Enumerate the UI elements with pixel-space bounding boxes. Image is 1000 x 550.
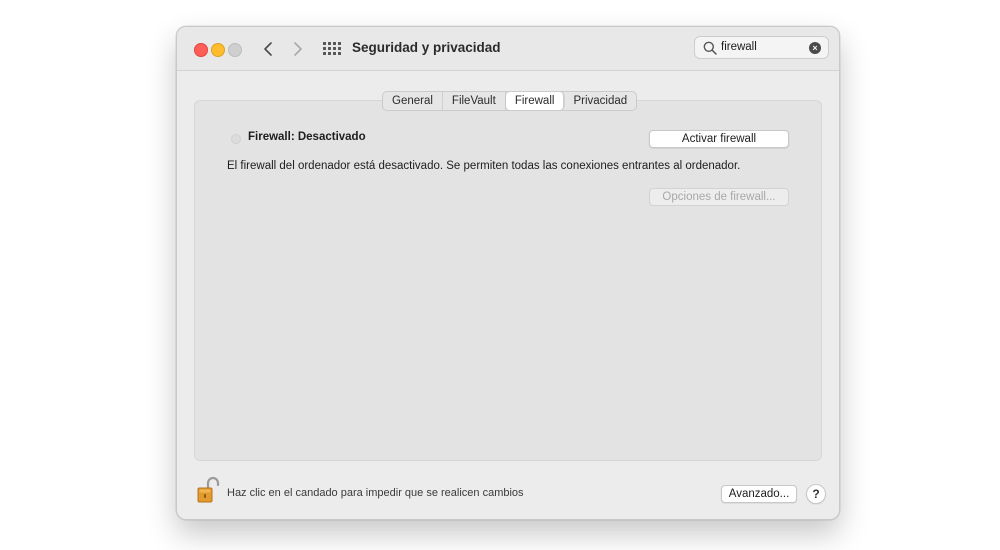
lock-hint-text: Haz clic en el candado para impedir que … (227, 487, 524, 499)
firewall-description: El firewall del ordenador está desactiva… (227, 160, 741, 172)
status-indicator (231, 134, 241, 144)
help-button[interactable]: ? (806, 484, 826, 504)
tab-bar: General FileVault Firewall Privacidad (382, 91, 638, 111)
zoom-button[interactable] (228, 43, 242, 57)
firewall-status-label: Firewall: Desactivado (248, 131, 366, 143)
chevron-right-icon (294, 42, 302, 56)
clear-icon[interactable]: × (809, 42, 821, 54)
tab-general[interactable]: General (383, 92, 443, 110)
search-input[interactable] (721, 41, 801, 53)
system-preferences-window: Seguridad y privacidad × General FileVau… (176, 26, 840, 520)
close-button[interactable] (194, 43, 208, 57)
minimize-button[interactable] (211, 43, 225, 57)
tab-filevault[interactable]: FileVault (443, 92, 506, 110)
search-field[interactable]: × (694, 36, 829, 59)
tab-firewall[interactable]: Firewall (505, 92, 565, 110)
activate-firewall-button[interactable]: Activar firewall (649, 130, 789, 148)
unlocked-padlock-icon (197, 476, 220, 503)
window-title: Seguridad y privacidad (352, 40, 501, 55)
show-all-button[interactable] (323, 42, 341, 56)
tab-privacidad[interactable]: Privacidad (564, 92, 636, 110)
firewall-options-button[interactable]: Opciones de firewall... (649, 188, 789, 206)
forward-button[interactable] (289, 38, 307, 60)
firewall-panel (194, 100, 822, 461)
back-button[interactable] (259, 38, 277, 60)
advanced-button[interactable]: Avanzado... (721, 485, 797, 503)
lock-button[interactable] (195, 476, 221, 504)
chevron-left-icon (264, 42, 272, 56)
title-bar: Seguridad y privacidad × (177, 27, 839, 71)
magnifier-icon (703, 41, 717, 55)
